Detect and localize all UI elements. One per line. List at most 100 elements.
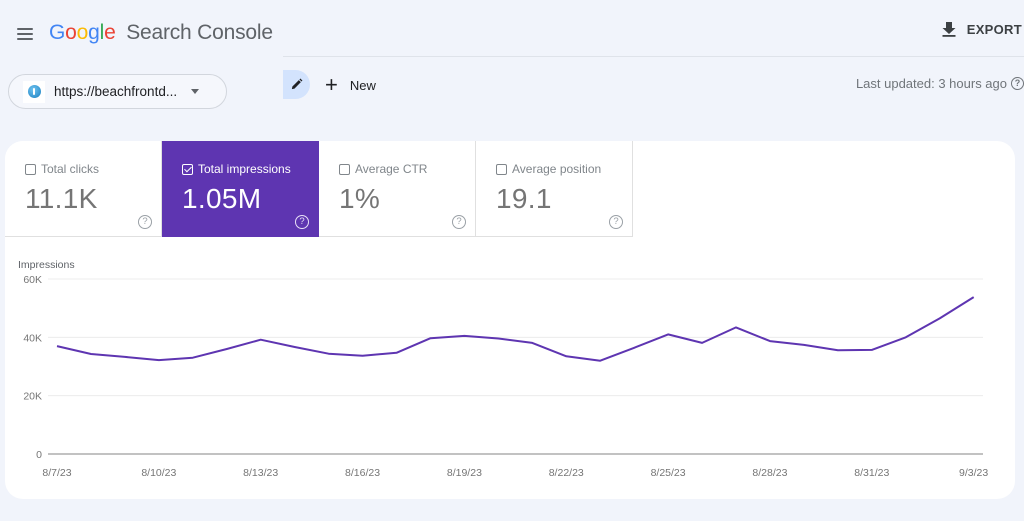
checkbox-icon[interactable] [339, 163, 350, 175]
data-point[interactable] [698, 339, 706, 347]
logo-letter: o [65, 21, 77, 44]
property-url: https://beachfrontd... [54, 84, 178, 99]
metric-total-impressions[interactable]: Total impressions 1.05M ? [162, 141, 319, 237]
menu-bar [17, 38, 33, 40]
metric-label: Total clicks [41, 162, 100, 176]
x-tick-label: 8/10/23 [141, 467, 176, 479]
data-point[interactable] [87, 350, 95, 358]
impressions-chart[interactable]: Impressions 0 20K 40K 60K 8/7/23 8/10/23 8/13… [5, 237, 1015, 499]
x-tick-label: 8/16/23 [345, 467, 380, 479]
data-point[interactable] [291, 343, 299, 351]
edit-filter-button[interactable] [283, 70, 310, 99]
metric-label-row: Total clicks [25, 162, 99, 176]
data-point[interactable] [528, 339, 536, 347]
checkbox-icon[interactable] [496, 163, 507, 175]
menu-bar [17, 33, 33, 35]
x-tick-label: 8/28/23 [752, 467, 787, 479]
performance-card: Total clicks 11.1K ? Total impressions 1… [5, 141, 1015, 499]
data-point[interactable] [664, 330, 672, 338]
x-tick-label: 8/7/23 [42, 467, 71, 479]
x-tick-label: 8/19/23 [447, 467, 482, 479]
y-tick-label: 60K [23, 274, 42, 286]
data-point[interactable] [223, 345, 231, 353]
y-tick-label: 0 [36, 449, 42, 461]
help-icon[interactable]: ? [1011, 77, 1024, 90]
metric-tabs: Total clicks 11.1K ? Total impressions 1… [5, 141, 633, 237]
metric-value: 1.05M [182, 183, 262, 214]
export-label: EXPORT [966, 21, 1022, 37]
data-point[interactable] [155, 356, 163, 364]
data-point[interactable] [257, 336, 265, 344]
last-updated-text: Last updated: 3 hours ago [855, 76, 1007, 91]
data-point[interactable] [460, 332, 468, 340]
metric-label-row: Average CTR [339, 162, 427, 176]
header-divider [283, 56, 1024, 57]
data-point[interactable] [596, 357, 604, 365]
data-point[interactable] [325, 350, 333, 358]
checkbox-icon[interactable] [25, 163, 36, 175]
data-point[interactable] [630, 344, 638, 352]
data-point[interactable] [426, 334, 434, 342]
help-icon[interactable]: ? [609, 211, 623, 229]
metric-value: 11.1K [25, 183, 98, 214]
last-updated: Last updated: 3 hours ago ? [856, 76, 1024, 91]
x-tick-labels: 8/7/23 8/10/23 8/13/23 8/16/23 8/19/23 8/22/2… [42, 467, 988, 479]
data-point[interactable] [562, 352, 570, 360]
data-point[interactable] [868, 346, 876, 354]
metric-average-ctr[interactable]: Average CTR 1% ? [319, 141, 476, 237]
menu-bar [17, 28, 33, 30]
download-icon [942, 22, 956, 37]
data-point[interactable] [936, 314, 944, 322]
logo-letter: G [49, 21, 66, 44]
metric-label: Total impressions [198, 162, 291, 176]
pencil-icon [291, 78, 303, 90]
new-filter-button[interactable]: + New [325, 74, 376, 96]
metric-label-row: Average position [496, 162, 601, 176]
help-icon[interactable]: ? [295, 211, 309, 229]
x-tick-label: 9/3/23 [959, 467, 988, 479]
x-tick-label: 8/22/23 [549, 467, 584, 479]
metric-average-position[interactable]: Average position 19.1 ? [476, 141, 633, 237]
property-selector[interactable]: https://beachfrontd... [8, 74, 227, 109]
chart-svg: Impressions 0 20K 40K 60K 8/7/23 8/10/23 8/13… [18, 259, 988, 479]
metric-label-row: Total impressions [182, 162, 291, 176]
data-point[interactable] [53, 342, 61, 350]
data-point[interactable] [121, 353, 129, 361]
data-point[interactable] [800, 341, 808, 349]
y-tick-labels: 0 20K 40K 60K [23, 274, 42, 461]
help-icon[interactable]: ? [452, 211, 466, 229]
metric-label: Average position [512, 162, 602, 176]
chevron-down-icon [191, 89, 200, 94]
data-point[interactable] [834, 346, 842, 354]
plus-icon: + [325, 72, 338, 97]
data-point[interactable] [970, 293, 978, 301]
logo-letter: e [104, 21, 116, 44]
export-button[interactable]: EXPORT [941, 18, 1022, 40]
logo-letter: g [88, 21, 100, 44]
metric-total-clicks[interactable]: Total clicks 11.1K ? [5, 141, 162, 237]
grid-layer [48, 278, 983, 455]
x-tick-label: 8/13/23 [243, 467, 278, 479]
google-wordmark: Google [49, 21, 121, 44]
metric-value: 1% [339, 183, 381, 214]
search-console-logo[interactable]: Google Search Console [49, 21, 273, 45]
site-favicon-icon [23, 80, 45, 103]
series-layer [53, 293, 978, 365]
data-point[interactable] [902, 333, 910, 341]
logo-letter: o [76, 21, 89, 44]
data-point[interactable] [494, 335, 502, 343]
y-axis-title: Impressions [18, 259, 75, 271]
data-point[interactable] [189, 354, 197, 362]
help-icon[interactable]: ? [138, 211, 152, 229]
metric-label: Average CTR [355, 162, 428, 176]
data-point[interactable] [359, 352, 367, 360]
data-point[interactable] [732, 323, 740, 331]
data-point[interactable] [393, 349, 401, 357]
metric-value: 19.1 [496, 183, 552, 214]
data-point[interactable] [766, 337, 774, 345]
checkbox-checked-icon[interactable] [182, 163, 193, 175]
hamburger-menu-icon[interactable] [14, 22, 38, 46]
product-name: Search Console [126, 21, 273, 44]
new-label: New [349, 77, 376, 93]
x-tick-label: 8/31/23 [854, 467, 889, 479]
